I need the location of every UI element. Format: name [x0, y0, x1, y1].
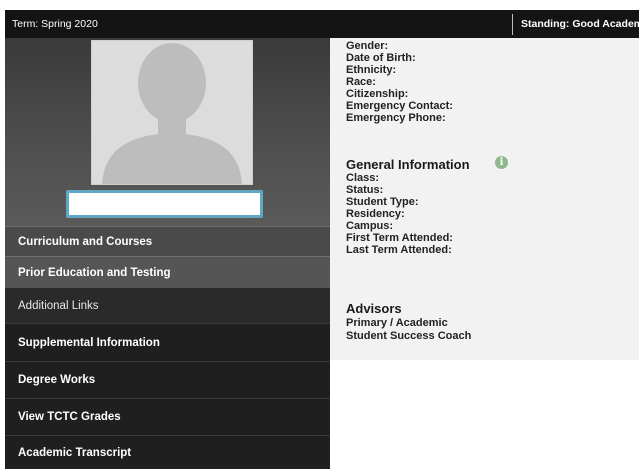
first-term-attended-label: First Term Attended:: [346, 232, 453, 244]
class-label: Class:: [346, 172, 380, 184]
info-icon[interactable]: i: [495, 156, 508, 169]
sidebar-item-curriculum-and-courses[interactable]: Curriculum and Courses: [5, 226, 330, 256]
sidebar-header-additional-links: Additional Links: [5, 288, 330, 323]
last-term-attended-label: Last Term Attended:: [346, 244, 452, 256]
sidebar-item-label: Academic Transcript: [18, 446, 132, 459]
sidebar-item-label: Supplemental Information: [18, 336, 160, 349]
sidebar-section-label: Additional Links: [18, 299, 99, 312]
sidebar: Curriculum and Courses Prior Education a…: [5, 38, 330, 469]
campus-label: Campus:: [346, 220, 394, 232]
profile-photo-placeholder: [91, 40, 253, 185]
sidebar-item-label: Degree Works: [18, 374, 96, 386]
ethnicity-label: Ethnicity:: [346, 64, 397, 76]
sidebar-item-prior-education-and-testing[interactable]: Prior Education and Testing: [5, 256, 330, 288]
student-type-label: Student Type:: [346, 196, 419, 208]
residency-label: Residency:: [346, 208, 405, 220]
standing-label: Standing: Good Academic Standing: [521, 18, 639, 30]
term-bar: Term: Spring 2020 Standing: Good Academi…: [5, 10, 639, 38]
status-label: Status:: [346, 184, 384, 196]
person-silhouette-icon: [92, 41, 252, 184]
sidebar-item-view-tctc-grades[interactable]: View TCTC Grades: [5, 398, 330, 435]
emergency-phone-label: Emergency Phone:: [346, 112, 446, 124]
sidebar-item-supplemental-information[interactable]: Supplemental Information: [5, 323, 330, 361]
emergency-contact-label: Emergency Contact:: [346, 100, 453, 112]
sidebar-item-label: Curriculum and Courses: [18, 235, 153, 248]
general-information-heading: General Information: [346, 157, 470, 172]
student-info-panel: Gender: Date of Birth: Ethnicity: Race: …: [330, 38, 639, 360]
sidebar-item-degree-works[interactable]: Degree Works: [5, 361, 330, 398]
advisors-heading: Advisors: [346, 301, 402, 316]
date-of-birth-label: Date of Birth:: [346, 52, 416, 64]
sidebar-item-label: Prior Education and Testing: [18, 266, 171, 279]
term-label: Term: Spring 2020: [12, 18, 98, 30]
profile-panel: [5, 38, 330, 226]
race-label: Race:: [346, 76, 376, 88]
student-name-field: [66, 190, 263, 218]
sidebar-item-academic-transcript[interactable]: Academic Transcript: [5, 435, 330, 469]
citizenship-label: Citizenship:: [346, 88, 409, 100]
topbar-divider: [512, 14, 513, 35]
sidebar-item-label: View TCTC Grades: [18, 411, 121, 423]
primary-academic-advisor-label: Primary / Academic: [346, 317, 448, 329]
student-success-coach-label: Student Success Coach: [346, 330, 472, 342]
gender-label: Gender:: [346, 40, 389, 52]
